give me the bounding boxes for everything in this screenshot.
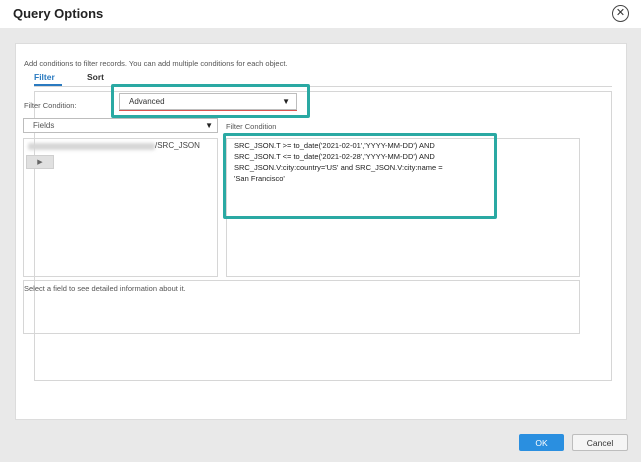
dialog-title: Query Options xyxy=(13,6,104,21)
highlight-box-mode xyxy=(111,84,310,118)
ok-button[interactable]: OK xyxy=(519,434,564,451)
blurred-object-prefix xyxy=(28,143,155,150)
dialog-header: Query Options ✕ xyxy=(0,0,641,28)
filter-condition-label: Filter Condition: xyxy=(24,101,77,110)
fields-select[interactable]: Fields ▼ xyxy=(23,118,218,133)
field-info-text: Select a field to see detailed informati… xyxy=(24,284,186,293)
highlight-box-condition xyxy=(223,133,497,219)
fields-select-value: Fields xyxy=(33,121,55,130)
cancel-button[interactable]: Cancel xyxy=(572,434,628,451)
condition-editor-label: Filter Condition xyxy=(226,122,277,131)
expand-play-icon[interactable]: ▶ xyxy=(26,155,54,169)
close-icon[interactable]: ✕ xyxy=(612,5,629,22)
caret-down-icon: ▼ xyxy=(205,121,213,130)
tab-filter[interactable]: Filter xyxy=(34,72,55,82)
filter-hint: Add conditions to filter records. You ca… xyxy=(24,59,288,68)
tab-sort[interactable]: Sort xyxy=(87,72,104,82)
object-name[interactable]: /SRC_JSON xyxy=(155,141,200,150)
